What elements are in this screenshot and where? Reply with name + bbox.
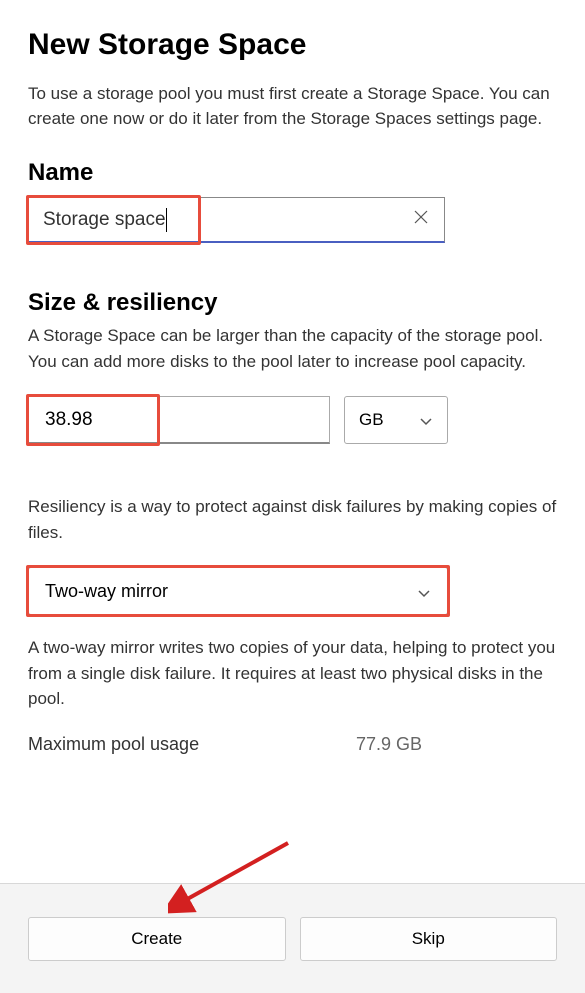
resiliency-description: Resiliency is a way to protect against d… <box>28 494 557 545</box>
resiliency-select[interactable]: Two-way mirror <box>28 567 448 615</box>
create-button[interactable]: Create <box>28 917 286 961</box>
intro-text: To use a storage pool you must first cre… <box>28 82 557 131</box>
size-unit-value: GB <box>359 410 384 430</box>
text-cursor <box>166 208 167 232</box>
clear-name-button[interactable] <box>412 211 430 229</box>
footer-bar: Create Skip <box>0 883 585 993</box>
usage-value: 77.9 GB <box>356 734 422 755</box>
chevron-down-icon <box>417 584 431 598</box>
page-title: New Storage Space <box>28 28 557 62</box>
size-input-value: 38.98 <box>45 409 93 431</box>
size-unit-select[interactable]: GB <box>344 396 448 444</box>
size-label: Size & resiliency <box>28 289 557 317</box>
name-label: Name <box>28 159 557 187</box>
chevron-down-icon <box>419 413 433 427</box>
skip-button[interactable]: Skip <box>300 917 558 961</box>
name-input-value: Storage space <box>43 209 166 230</box>
name-input[interactable]: Storage space <box>28 197 445 243</box>
resiliency-select-value: Two-way mirror <box>45 581 168 602</box>
usage-row: Maximum pool usage 77.9 GB <box>28 734 557 755</box>
size-description: A Storage Space can be larger than the c… <box>28 323 557 374</box>
size-input[interactable]: 38.98 <box>28 396 330 444</box>
resiliency-explanation: A two-way mirror writes two copies of yo… <box>28 635 557 712</box>
usage-label: Maximum pool usage <box>28 734 356 755</box>
close-icon <box>414 210 428 229</box>
